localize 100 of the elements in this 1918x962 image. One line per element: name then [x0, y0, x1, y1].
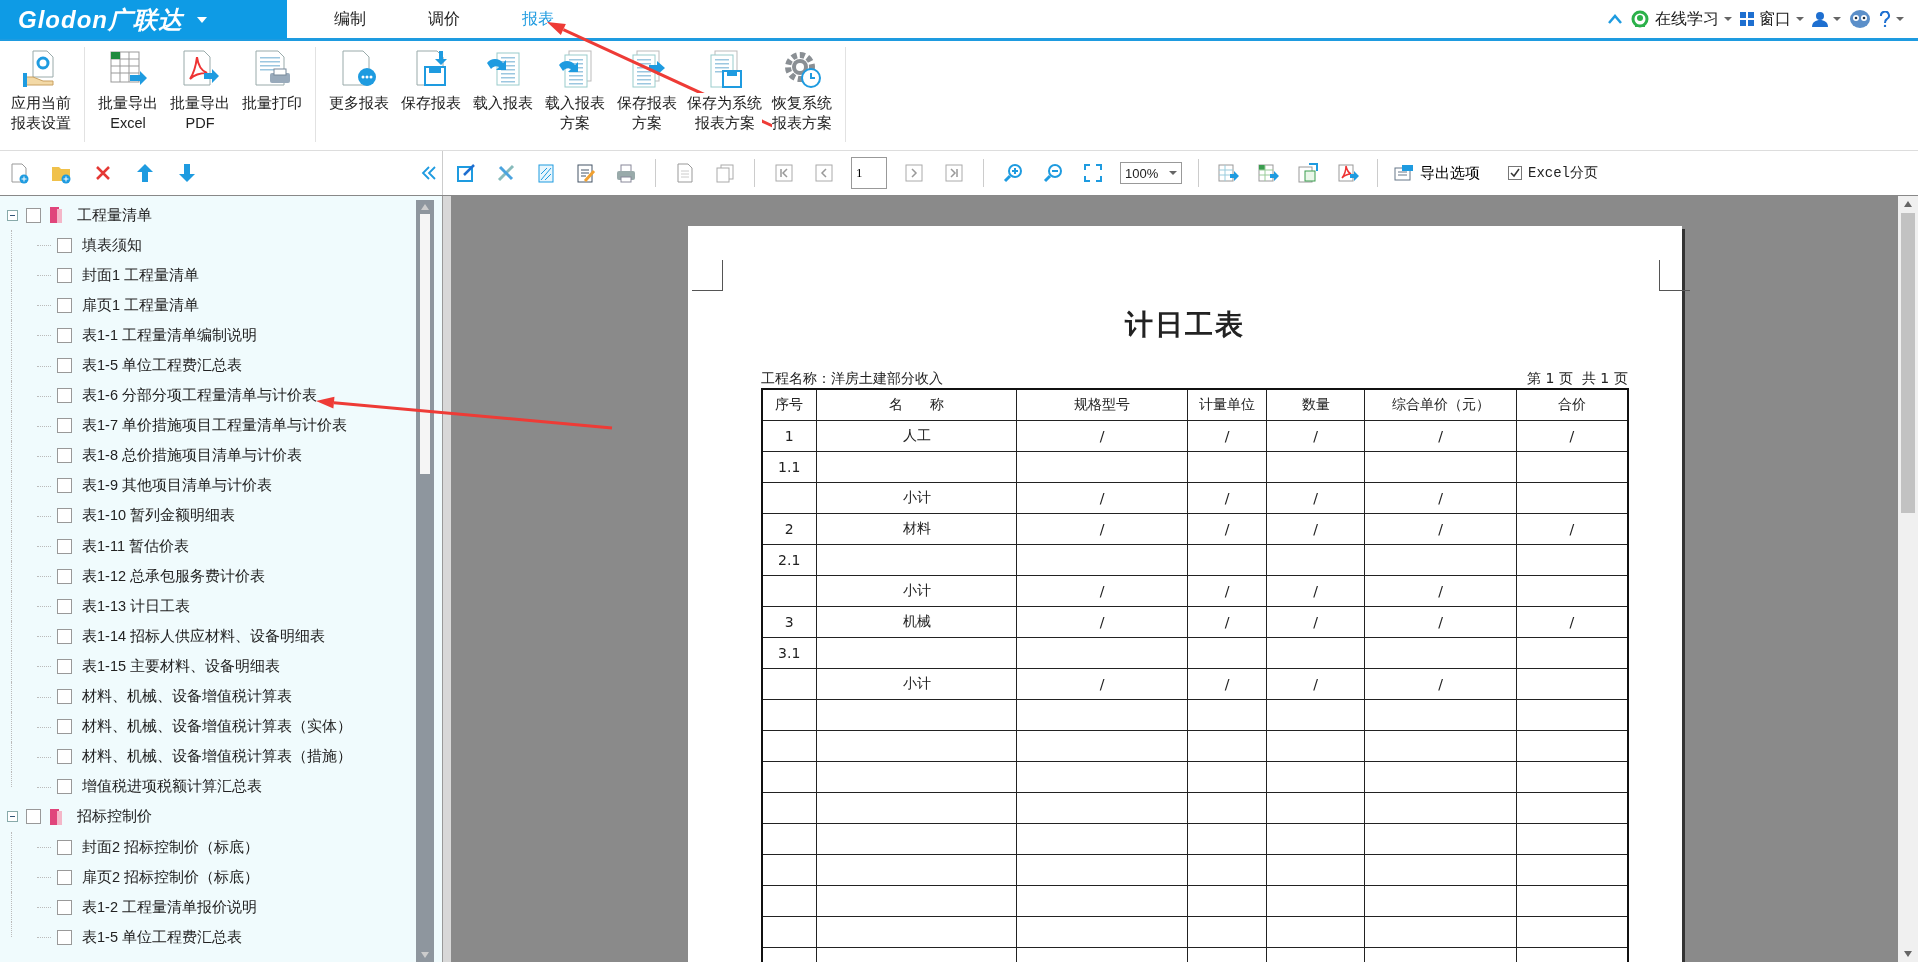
tree-item-label[interactable]: 表1-2 工程量清单报价说明 [82, 897, 257, 917]
checkbox[interactable] [57, 538, 72, 554]
checkbox[interactable] [57, 478, 72, 494]
checkbox[interactable] [57, 237, 72, 253]
tree-item-label[interactable]: 表1-6 分部分项工程量清单与计价表 [82, 386, 317, 406]
checkbox[interactable] [57, 297, 72, 313]
checkbox[interactable] [57, 267, 72, 283]
checkbox[interactable] [57, 358, 72, 373]
page-number-field[interactable]: 1 [851, 157, 887, 189]
column-header: 数量 [1266, 389, 1365, 421]
menu-tab[interactable]: 调价 [397, 0, 491, 38]
checkbox[interactable] [57, 658, 72, 674]
table-cell: 材料 [816, 513, 1017, 545]
crop-mark [691, 260, 723, 291]
excel-paging-checkbox[interactable]: Excel分页 [1508, 164, 1598, 182]
checkbox[interactable] [57, 869, 72, 885]
checkbox[interactable] [57, 388, 72, 404]
tree-item-label[interactable]: 增值税进项税额计算汇总表 [82, 777, 262, 797]
tree-item-label[interactable]: 封面2 招标控制价（标底） [82, 837, 260, 857]
pdf-export-icon [180, 49, 220, 89]
ribbon-button[interactable]: 批量导出 Excel [93, 47, 163, 150]
caret-icon [1833, 16, 1841, 22]
book-icon [49, 206, 63, 225]
online-learning-label[interactable]: 在线学习 [1655, 8, 1719, 30]
tree-item-label[interactable]: 表1-1 工程量清单编制说明 [82, 325, 257, 345]
tree-item-label[interactable]: 材料、机械、设备增值税计算表（措施） [82, 747, 352, 767]
table-cell: / [1187, 420, 1267, 452]
menu-tab[interactable]: 编制 [303, 0, 397, 38]
tree-item-label[interactable]: 表1-9 其他项目清单与计价表 [82, 476, 272, 496]
table-cell: / [1364, 606, 1517, 638]
ribbon-button[interactable]: 保存报表 方案 [612, 47, 682, 150]
ribbon-button[interactable]: 载入报表 [468, 47, 538, 150]
checkbox[interactable] [57, 418, 72, 434]
checkbox[interactable] [57, 899, 72, 915]
checkbox[interactable] [26, 207, 41, 223]
tree-item-label[interactable]: 材料、机械、设备增值税计算表（实体） [82, 717, 352, 737]
ribbon-button[interactable]: 保存为系统 报表方案 [684, 47, 765, 150]
table-cell: / [1016, 606, 1188, 638]
table-cell: / [1016, 482, 1188, 514]
checkbox-box[interactable] [1508, 166, 1522, 180]
checkbox[interactable] [57, 327, 72, 343]
checkbox[interactable] [57, 508, 72, 524]
tree-group-label[interactable]: 招标控制价 [77, 807, 152, 827]
column-header: 计量单位 [1187, 389, 1267, 421]
checkbox[interactable] [57, 839, 72, 855]
tree-item-label[interactable]: 表1-14 招标人供应材料、设备明细表 [82, 626, 326, 646]
table-cell: 小计 [816, 482, 1017, 514]
tree-item-label[interactable]: 填表须知 [82, 235, 142, 255]
tree-item-label[interactable]: 表1-10 暂列金额明细表 [82, 506, 236, 526]
tree-item-label[interactable]: 表1-11 暂估价表 [82, 536, 189, 556]
tree-item-label[interactable]: 材料、机械、设备增值税计算表 [82, 687, 292, 707]
ribbon-button[interactable]: 批量导出 PDF [165, 47, 235, 150]
tree-group-label[interactable]: 工程量清单 [77, 205, 152, 225]
checkbox[interactable] [57, 568, 72, 584]
checkbox[interactable] [57, 719, 72, 735]
scroll-up-icon [1904, 201, 1912, 207]
checkbox[interactable] [57, 929, 72, 945]
checkbox[interactable] [57, 779, 72, 795]
tree-item-label[interactable]: 表1-8 总价措施项目清单与计价表 [82, 446, 302, 466]
help-icon [1879, 11, 1891, 27]
tree-item-label[interactable]: 表1-12 总承包服务费计价表 [82, 566, 266, 586]
ribbon-button[interactable]: 保存报表 [396, 47, 466, 150]
tree-item-label[interactable]: 封面1 工程量清单 [82, 265, 200, 285]
caret-icon [1896, 16, 1904, 22]
zoom-dropdown[interactable]: 100% [1120, 162, 1182, 184]
ribbon-button[interactable]: 恢复系统 报表方案 [767, 47, 837, 150]
scrollbar-thumb[interactable] [1901, 213, 1915, 513]
single-page-icon [674, 162, 696, 184]
tree-item-label[interactable]: 表1-15 主要材料、设备明细表 [82, 656, 281, 676]
checkmark-icon [1510, 168, 1520, 178]
table-cell: 机械 [816, 606, 1017, 638]
checkbox[interactable] [57, 628, 72, 644]
export-options-button[interactable]: 导出选项 [1394, 163, 1480, 183]
checkbox[interactable] [57, 689, 72, 705]
tree-item-label[interactable]: 表1-5 单位工程费汇总表 [82, 927, 242, 947]
table-cell: / [1016, 668, 1188, 700]
ribbon-button[interactable]: 更多报表 [324, 47, 394, 150]
window-menu-label[interactable]: 窗口 [1759, 8, 1791, 30]
checkbox[interactable] [57, 598, 72, 614]
collapse-ribbon-icon [1608, 14, 1622, 24]
ribbon-button[interactable]: 批量打印 [237, 47, 307, 150]
mascot-icon [1849, 9, 1871, 29]
tree-item-label[interactable]: 表1-7 单价措施项目工程量清单与计价表 [82, 416, 347, 436]
caret-icon [197, 16, 207, 23]
table-cell: / [1187, 606, 1267, 638]
tree-item-label[interactable]: 表1-13 计日工表 [82, 596, 191, 616]
scrollbar-thumb[interactable] [420, 214, 430, 474]
tree-item-label[interactable]: 扉页1 工程量清单 [82, 295, 200, 315]
export-copy-button[interactable] [1295, 160, 1321, 186]
scrollbar[interactable] [1898, 196, 1918, 962]
project-name: 工程名称：洋房土建部分收入 [760, 370, 943, 388]
gear-clock-icon [782, 49, 822, 89]
checkbox[interactable] [57, 448, 72, 464]
checkbox[interactable] [57, 749, 72, 765]
tree-item-label[interactable]: 表1-5 单位工程费汇总表 [82, 356, 242, 375]
ribbon-button[interactable]: 应用当前 报表设置 [6, 47, 76, 150]
scrollbar[interactable] [416, 200, 434, 962]
checkbox[interactable] [26, 809, 41, 825]
ribbon-button[interactable]: 载入报表 方案 [540, 47, 610, 150]
tree-item-label[interactable]: 扉页2 招标控制价（标底） [82, 867, 260, 887]
